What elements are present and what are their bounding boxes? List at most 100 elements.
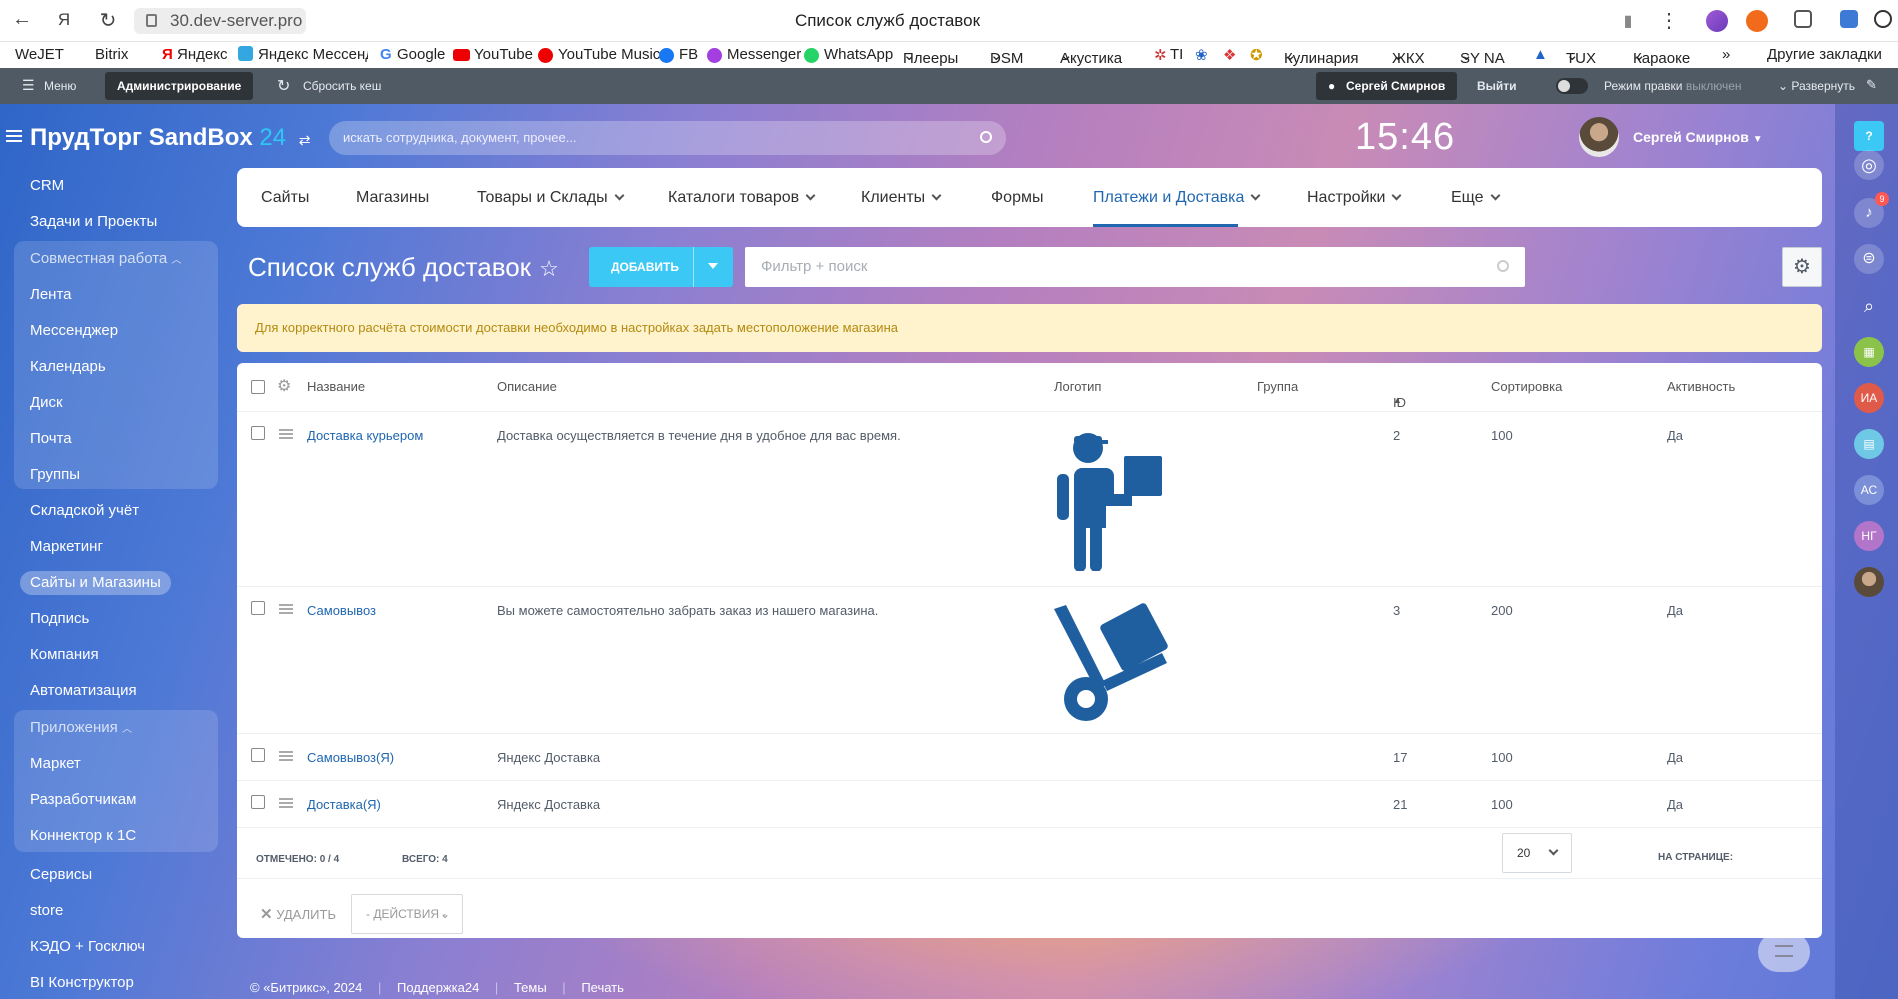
row-checkbox[interactable] xyxy=(251,601,265,615)
row-name-cell[interactable]: Доставка курьером xyxy=(307,428,423,443)
tab-goods[interactable]: Товары и Склады xyxy=(477,189,625,207)
gear-icon[interactable]: ⚙ xyxy=(1782,247,1822,287)
filter-search-input[interactable]: Фильтр + поиск xyxy=(745,247,1525,287)
sidebar-item-disk[interactable]: Диск xyxy=(30,394,63,411)
delete-button[interactable]: ✕ УДАЛИТЬ xyxy=(260,905,336,923)
other-bookmarks[interactable]: Другие закладки xyxy=(1767,46,1882,63)
sidebar-item-sites-active[interactable]: Сайты и Магазины xyxy=(20,571,171,595)
bookmark-item[interactable]: YouTube Music xyxy=(558,46,660,63)
contact-avatar[interactable] xyxy=(1854,567,1884,597)
sidebar-item-groups[interactable]: Группы xyxy=(30,466,80,483)
tab-forms[interactable]: Формы xyxy=(991,189,1043,207)
per-page-select[interactable]: 20 xyxy=(1502,833,1572,873)
tab-shops[interactable]: Магазины xyxy=(356,189,429,207)
row-name-link[interactable]: Доставка(Я) xyxy=(307,797,381,812)
row-name-cell[interactable]: Доставка(Я) xyxy=(307,797,381,812)
sidebar-item-calendar[interactable]: Календарь xyxy=(30,358,106,375)
copilot-icon[interactable]: ◎ xyxy=(1854,150,1884,180)
print-link[interactable]: Печать xyxy=(581,980,624,995)
sidebar-item-mail[interactable]: Почта xyxy=(30,430,72,447)
row-name-link[interactable]: Доставка курьером xyxy=(307,428,423,443)
bookmark-item[interactable]: WeJET xyxy=(15,46,64,63)
hamburger-icon[interactable] xyxy=(6,130,22,142)
user-avatar[interactable] xyxy=(1579,117,1619,157)
row-checkbox[interactable] xyxy=(251,795,265,809)
clock[interactable]: 15:46 xyxy=(1355,116,1455,159)
chat-icon[interactable]: ⊜ xyxy=(1854,244,1884,274)
column-active[interactable]: Активность xyxy=(1667,379,1735,394)
select-all-checkbox[interactable] xyxy=(251,380,265,394)
drag-handle-icon[interactable] xyxy=(279,429,293,439)
header-search-input[interactable]: искать сотрудника, документ, прочее... xyxy=(329,121,1006,155)
bookmark-item[interactable]: WhatsApp xyxy=(824,46,893,63)
row-name-link[interactable]: Самовывоз xyxy=(307,603,376,618)
row-name-link[interactable]: Самовывоз(Я) xyxy=(307,750,394,765)
star-icon[interactable]: ☆ xyxy=(539,256,559,282)
extension-pen-icon[interactable] xyxy=(1706,10,1728,32)
themes-link[interactable]: Темы xyxy=(514,980,547,995)
table-row[interactable]: Доставка курьером Доставка осуществляетс… xyxy=(237,412,1822,587)
contact-avatar[interactable]: ▦ xyxy=(1854,337,1884,367)
sidebar-item-store[interactable]: store xyxy=(30,902,63,919)
sidebar-item-developers[interactable]: Разработчикам xyxy=(30,791,136,808)
chevron-down-icon[interactable] xyxy=(708,263,718,269)
menu-icon[interactable]: ☰ xyxy=(22,77,35,94)
sidebar-group-collab-header[interactable]: Совместная работа ︿ xyxy=(30,250,181,267)
row-checkbox[interactable] xyxy=(251,426,265,440)
sidebar-item-feed[interactable]: Лента xyxy=(30,286,72,303)
edit-mode-toggle[interactable] xyxy=(1556,78,1588,94)
logout-button[interactable]: Выйти xyxy=(1477,79,1517,93)
bookmark-icon[interactable]: ▲ xyxy=(1533,46,1548,63)
row-name-cell[interactable]: Самовывоз xyxy=(307,603,376,618)
more-menu-icon[interactable]: ⋮ xyxy=(1655,8,1683,33)
bookmark-item[interactable]: FB xyxy=(679,46,698,63)
sidebar-item-automation[interactable]: Автоматизация xyxy=(30,682,137,699)
yandex-icon[interactable]: Я xyxy=(50,10,78,30)
chat-widget-button[interactable] xyxy=(1758,932,1810,972)
download-icon[interactable] xyxy=(1874,10,1892,28)
bookmark-folder[interactable]: ЖКХ ⌄ xyxy=(1392,46,1425,67)
admin-button[interactable]: Администрирование xyxy=(105,72,254,100)
table-row[interactable]: Доставка(Я) Яндекс Доставка 21 100 Да xyxy=(237,781,1822,828)
sidebar-item-inventory[interactable]: Складской учёт xyxy=(30,502,139,519)
clear-cache-button[interactable]: Сбросить кеш xyxy=(303,79,381,93)
bookmark-folder[interactable]: SY NA ⌄ xyxy=(1460,46,1505,67)
tab-catalogs[interactable]: Каталоги товаров xyxy=(668,189,816,207)
search-icon[interactable]: ⌕ xyxy=(1854,291,1884,321)
tab-settings[interactable]: Настройки xyxy=(1307,189,1402,207)
row-checkbox[interactable] xyxy=(251,748,265,762)
bookmark-item[interactable]: Яндекс Мессендж xyxy=(258,46,368,63)
contact-avatar[interactable]: ИА xyxy=(1854,383,1884,413)
bookmark-item[interactable]: TI xyxy=(1170,46,1183,63)
actions-select[interactable]: - ДЕЙСТВИЯ - ⌄ xyxy=(351,894,463,934)
admin-menu-button[interactable]: Меню xyxy=(44,79,76,93)
bookmark-item[interactable]: Messenger xyxy=(727,46,801,63)
header-user-menu[interactable]: Сергей Смирнов ▼ xyxy=(1633,129,1763,145)
column-group[interactable]: Группа xyxy=(1257,379,1298,394)
extension-translate-icon[interactable] xyxy=(1840,10,1858,28)
bookmark-item[interactable]: Google xyxy=(397,46,445,63)
contact-avatar[interactable]: АС xyxy=(1854,475,1884,505)
bookmark-folder[interactable]: Плееры ⌄ xyxy=(903,46,958,67)
portal-logo[interactable]: ПрудТорг SandBox 24 ⇄ xyxy=(30,124,311,152)
sidebar-item-messenger[interactable]: Мессенджер xyxy=(30,322,118,339)
back-icon[interactable]: ← xyxy=(8,8,36,31)
extensions-icon[interactable] xyxy=(1794,10,1812,28)
tab-clients[interactable]: Клиенты xyxy=(861,189,942,207)
sidebar-item-1c[interactable]: Коннектор к 1С xyxy=(30,827,136,844)
extension-orange-icon[interactable] xyxy=(1746,10,1768,32)
column-sort[interactable]: Сортировка xyxy=(1491,379,1562,394)
drag-handle-icon[interactable] xyxy=(279,751,293,761)
sidebar-item-crm[interactable]: CRM xyxy=(30,177,64,194)
sidebar-group-apps-header[interactable]: Приложения ︿ xyxy=(30,719,132,736)
tab-more[interactable]: Еще xyxy=(1451,189,1501,207)
support-link[interactable]: Поддержка24 xyxy=(397,980,479,995)
sidebar-item-sign[interactable]: Подпись xyxy=(30,610,89,627)
sidebar-item-services[interactable]: Сервисы xyxy=(30,866,92,883)
search-icon[interactable] xyxy=(980,131,992,143)
column-logo[interactable]: Логотип xyxy=(1054,379,1101,394)
contact-avatar[interactable]: НГ xyxy=(1854,521,1884,551)
bookmark-icon[interactable]: ▮ xyxy=(1614,11,1642,31)
sidebar-item-market[interactable]: Маркет xyxy=(30,755,81,772)
bookmark-item[interactable]: Bitrix xyxy=(95,46,128,63)
